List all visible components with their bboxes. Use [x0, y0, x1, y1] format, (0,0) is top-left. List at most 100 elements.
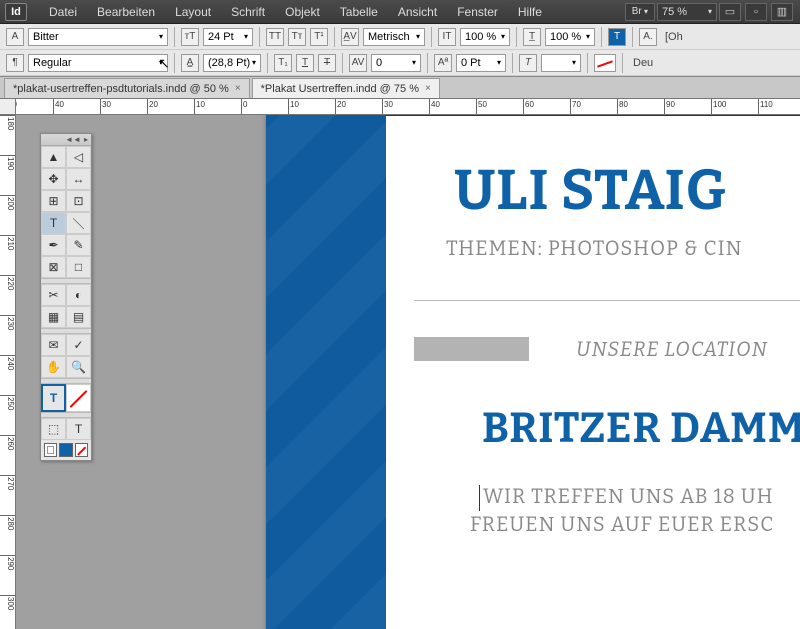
screen-mode-icon[interactable]: ▫ [745, 3, 767, 21]
arrange-icon[interactable]: ▥ [771, 3, 793, 21]
view-options-icon[interactable]: ▭ [719, 3, 741, 21]
content-collector-tool[interactable]: ⊞ [41, 190, 66, 212]
ruler-tick: 230 [0, 315, 15, 330]
ruler-tick: 0 [241, 99, 247, 114]
document-tab-2[interactable]: *Plakat Usertreffen.indd @ 75 %× [252, 78, 440, 98]
doc-body-line2[interactable]: FREUEN UNS AUF EUER ERSC [470, 513, 774, 537]
char-format-icon[interactable]: A [6, 28, 24, 46]
strikethrough-icon[interactable]: T [318, 54, 336, 72]
type-tool[interactable]: T [41, 212, 66, 234]
font-size-select[interactable]: 24 Pt▾ [203, 28, 253, 46]
ruler-tick: 200 [0, 195, 15, 210]
zoom-tool[interactable]: 🔍 [66, 356, 91, 378]
ruler-tick: 280 [0, 515, 15, 530]
horizontal-ruler[interactable]: 5040302010010203040506070809010011012013… [16, 99, 800, 115]
ruler-tick: 70 [570, 99, 581, 114]
doc-heading2[interactable]: BRITZER DAMM [482, 404, 800, 454]
kerning-select[interactable]: Metrisch▾ [363, 28, 425, 46]
font-family-select[interactable]: Bitter▾ [28, 28, 168, 46]
apply-gradient-icon[interactable] [59, 443, 72, 457]
ruler-tick: 240 [0, 355, 15, 370]
ruler-tick: 40 [429, 99, 440, 114]
menu-layout[interactable]: Layout [165, 5, 221, 19]
apply-color-icon[interactable] [44, 443, 57, 457]
pencil-tool[interactable]: ✎ [66, 234, 91, 256]
hscale-icon: T̲ [523, 28, 541, 46]
menu-tabelle[interactable]: Tabelle [330, 5, 388, 19]
baseline-select[interactable]: 0 Pt▾ [456, 54, 506, 72]
rectangle-frame-tool[interactable]: ⊠ [41, 256, 66, 278]
ruler-tick: 220 [0, 275, 15, 290]
line-tool[interactable]: ＼ [66, 212, 91, 234]
menu-datei[interactable]: Datei [39, 5, 87, 19]
font-style-select[interactable]: Regular▾ [28, 54, 168, 72]
image-placeholder[interactable] [414, 337, 529, 361]
underline-icon[interactable]: T [296, 54, 314, 72]
content-placer-tool[interactable]: ⊡ [66, 190, 91, 212]
ruler-tick: 100 [711, 99, 726, 114]
fill-swatch[interactable]: T [41, 384, 66, 412]
zoom-select[interactable]: 75 %▾ [657, 3, 717, 21]
chevron-down-icon: ▾ [159, 32, 163, 41]
menu-objekt[interactable]: Objekt [275, 5, 330, 19]
doc-title[interactable]: ULI STAIG [454, 157, 727, 224]
format-text-icon[interactable]: T [66, 418, 91, 440]
document-tab-1[interactable]: *plakat-usertreffen-psdtutorials.indd @ … [4, 78, 250, 98]
document-tabbar: *plakat-usertreffen-psdtutorials.indd @ … [0, 77, 800, 99]
tracking-select[interactable]: 0▾ [371, 54, 421, 72]
fill-color-icon[interactable]: T [608, 28, 626, 46]
stroke-swatch[interactable] [66, 384, 91, 412]
doc-subtitle[interactable]: THEMEN: PHOTOSHOP & CIN [446, 237, 743, 261]
tools-panel[interactable]: ◄◄▸ ▲ ◁ ✥ ↔ ⊞ ⊡ T ＼ ✒ ✎ ⊠ □ ✂ ◐ ▦ ▤ ✉ [40, 133, 92, 461]
menubar: Id Datei Bearbeiten Layout Schrift Objek… [0, 0, 800, 24]
format-container-icon[interactable]: ⬚ [41, 418, 66, 440]
page-tool[interactable]: ✥ [41, 168, 66, 190]
para-format-icon[interactable]: ¶ [6, 54, 24, 72]
location-label[interactable]: UNSERE LOCATION [576, 338, 768, 362]
eyedropper-tool[interactable]: ✓ [66, 334, 91, 356]
stroke-color-icon[interactable] [594, 54, 616, 72]
menu-ansicht[interactable]: Ansicht [388, 5, 447, 19]
ruler-corner[interactable] [0, 99, 16, 115]
superscript-icon[interactable]: T¹ [310, 28, 328, 46]
hscale-select[interactable]: 100 %▾ [545, 28, 595, 46]
gradient-feather-tool[interactable]: ▤ [66, 306, 91, 328]
scissors-tool[interactable]: ✂ [41, 284, 66, 306]
skew-select[interactable]: ▾ [541, 54, 581, 72]
pen-tool[interactable]: ✒ [41, 234, 66, 256]
ruler-tick: 250 [0, 395, 15, 410]
apply-none-icon[interactable] [75, 443, 88, 457]
subscript-icon[interactable]: T₁ [274, 54, 292, 72]
menu-schrift[interactable]: Schrift [221, 5, 275, 19]
tools-panel-header[interactable]: ◄◄▸ [41, 134, 91, 146]
menu-bearbeiten[interactable]: Bearbeiten [87, 5, 165, 19]
rectangle-tool[interactable]: □ [66, 256, 91, 278]
selection-tool[interactable]: ▲ [41, 146, 66, 168]
ruler-tick: 210 [0, 235, 15, 250]
close-icon[interactable]: × [235, 83, 241, 94]
menu-hilfe[interactable]: Hilfe [508, 5, 552, 19]
vscale-icon: IT [438, 28, 456, 46]
language-label: Deu [629, 57, 657, 69]
doc-body-line1[interactable]: WIR TREFFEN UNS AB 18 UH [483, 485, 774, 509]
free-transform-tool[interactable]: ◐ [66, 284, 91, 306]
chevron-down-icon: ▾ [642, 7, 648, 16]
hand-tool[interactable]: ✋ [41, 356, 66, 378]
menu-fenster[interactable]: Fenster [447, 5, 508, 19]
vertical-ruler[interactable]: 1801902002102202302402502602702802903003… [0, 115, 16, 629]
smallcaps-icon[interactable]: Tᴛ [288, 28, 306, 46]
gradient-swatch-tool[interactable]: ▦ [41, 306, 66, 328]
ruler-tick: 60 [523, 99, 534, 114]
bridge-button[interactable]: Br ▾ [625, 3, 655, 21]
note-tool[interactable]: ✉ [41, 334, 66, 356]
vscale-select[interactable]: 100 %▾ [460, 28, 510, 46]
canvas[interactable]: ULI STAIG THEMEN: PHOTOSHOP & CIN UNSERE… [16, 115, 800, 629]
text-cursor [479, 485, 480, 511]
direct-selection-tool[interactable]: ◁ [66, 146, 91, 168]
char-style-icon[interactable]: A. [639, 28, 657, 46]
leading-select[interactable]: (28,8 Pt)▾ [203, 54, 261, 72]
close-icon[interactable]: × [425, 83, 431, 94]
gap-tool[interactable]: ↔ [66, 168, 91, 190]
app-logo: Id [5, 3, 27, 21]
allcaps-icon[interactable]: TT [266, 28, 284, 46]
